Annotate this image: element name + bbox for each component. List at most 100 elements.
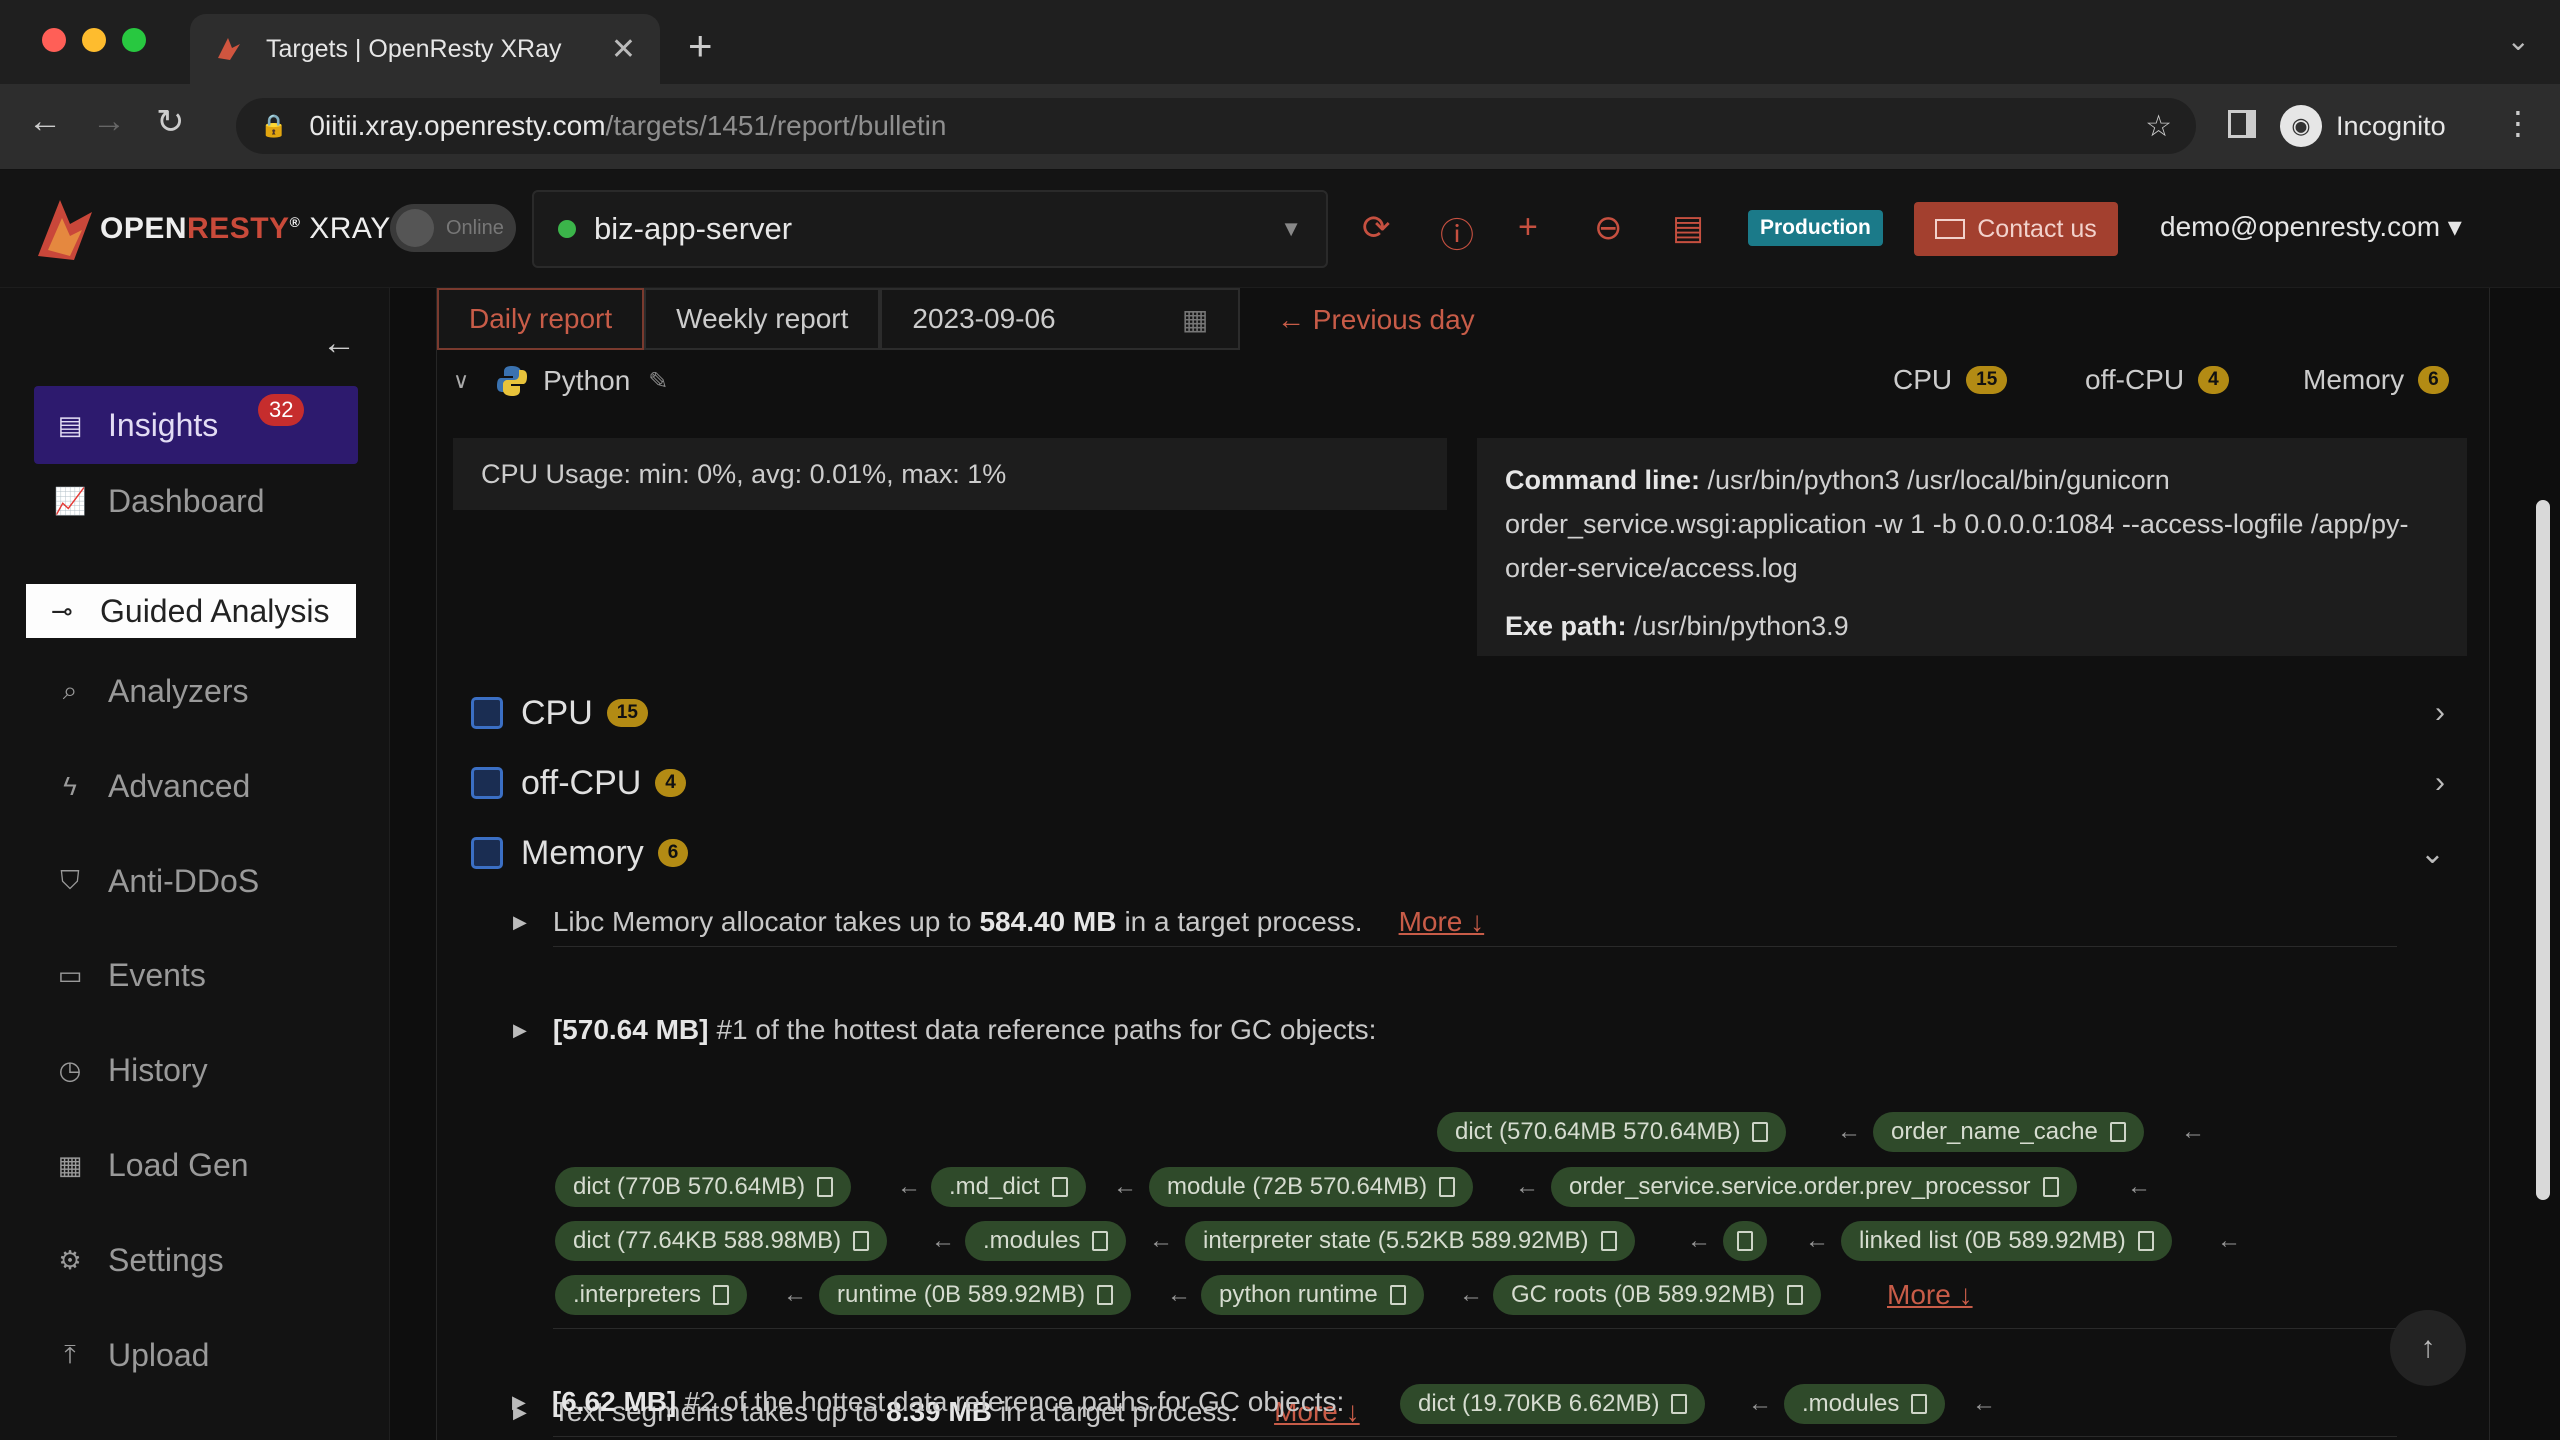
tab-daily-report[interactable]: Daily report xyxy=(437,288,645,350)
path-chip[interactable]: dict (77.64KB 588.98MB) xyxy=(555,1221,888,1261)
copy-icon[interactable] xyxy=(1439,1177,1456,1197)
edit-icon[interactable]: ✎ xyxy=(648,367,668,396)
refresh-icon[interactable]: ⟳ xyxy=(1362,208,1391,248)
arrow-left-icon: ← xyxy=(1113,1173,1137,1200)
target-selector[interactable]: biz-app-server ▼ xyxy=(532,190,1328,268)
previous-day-link[interactable]: ← Previous day xyxy=(1277,304,1475,336)
collapse-sidebar-icon[interactable]: ← xyxy=(322,324,356,363)
date-picker[interactable]: 2023-09-06 ▦ xyxy=(880,288,1241,350)
remove-icon[interactable]: ⊖ xyxy=(1594,208,1623,248)
sidebar-item-advanced[interactable]: ϟ Advanced xyxy=(34,747,358,825)
openresty-logo-icon xyxy=(38,200,92,260)
path-chip[interactable]: dict (570.64MB 570.64MB) xyxy=(1437,1112,1787,1152)
copy-icon[interactable] xyxy=(713,1285,730,1305)
info-icon[interactable]: ⓘ xyxy=(1440,208,1474,257)
expand-icon[interactable]: ▶ xyxy=(513,912,527,933)
insight-gc-path-1[interactable]: ▶ [570.64 MB] #1 of the hottest data refe… xyxy=(513,1014,1376,1046)
copy-icon[interactable] xyxy=(1671,1394,1688,1414)
path-chip[interactable]: order_service.service.order.prev_process… xyxy=(1551,1167,2077,1207)
path-chip[interactable]: .md_dict xyxy=(931,1167,1086,1207)
chevron-right-icon[interactable]: › xyxy=(2435,696,2445,730)
section-offcpu[interactable]: off-CPU 4 › xyxy=(471,758,2469,808)
minimize-window-button[interactable] xyxy=(82,28,106,52)
insight-gc-path-2[interactable]: ▶ [6.62 MB] #2 of the hottest data refere… xyxy=(512,1386,1344,1418)
forward-button[interactable]: → xyxy=(92,102,126,141)
contact-us-button[interactable]: Contact us xyxy=(1914,202,2118,256)
path-chip[interactable]: linked list (0B 589.92MB) xyxy=(1841,1221,2172,1261)
new-tab-button[interactable]: + xyxy=(688,22,713,70)
sidebar-item-dashboard[interactable]: 📈 Dashboard xyxy=(34,462,358,540)
copy-icon[interactable] xyxy=(1911,1394,1928,1414)
sidebar-item-insights[interactable]: ▤ Insights 32 xyxy=(34,386,358,464)
copy-icon[interactable] xyxy=(1752,1122,1769,1142)
back-button[interactable]: ← xyxy=(28,102,62,141)
browser-menu-icon[interactable]: ⋮ xyxy=(2502,104,2534,142)
copy-icon[interactable] xyxy=(1092,1231,1109,1251)
chevron-right-icon[interactable]: › xyxy=(2435,766,2445,800)
maximize-window-button[interactable] xyxy=(122,28,146,52)
path-chip[interactable]: dict (770B 570.64MB) xyxy=(555,1167,852,1207)
back-to-top-button[interactable]: ↑ xyxy=(2390,1310,2466,1386)
sidebar-item-settings[interactable]: ⚙ Settings xyxy=(34,1221,358,1299)
copy-icon[interactable] xyxy=(1389,1285,1406,1305)
report-main: Daily report Weekly report 2023-09-06 ▦ … xyxy=(436,288,2490,1440)
sidebar-item-upload[interactable]: ⤒ Upload xyxy=(34,1316,358,1394)
tab-search-icon[interactable]: ⌄ xyxy=(2507,24,2530,57)
sidebar-item-analyzers[interactable]: ⌕ Analyzers xyxy=(34,652,358,730)
section-memory[interactable]: Memory 6 ⌄ xyxy=(471,828,2469,878)
memory-icon xyxy=(471,837,503,869)
path-chip[interactable]: .interpreters xyxy=(555,1275,748,1315)
chevron-down-icon[interactable]: ∨ xyxy=(453,368,469,394)
copy-icon[interactable] xyxy=(2042,1177,2059,1197)
copy-icon[interactable] xyxy=(853,1231,870,1251)
side-panel-icon[interactable] xyxy=(2228,110,2256,138)
copy-icon[interactable] xyxy=(1787,1285,1804,1305)
sidebar-item-load-gen[interactable]: ▦ Load Gen xyxy=(34,1126,358,1204)
expand-icon[interactable]: ▶ xyxy=(512,1392,526,1413)
copy-icon[interactable] xyxy=(2137,1231,2154,1251)
incognito-profile[interactable]: ◉ Incognito xyxy=(2280,98,2446,154)
close-window-button[interactable] xyxy=(42,28,66,52)
tab-weekly-report[interactable]: Weekly report xyxy=(644,288,881,350)
expand-icon[interactable]: ▶ xyxy=(513,1020,527,1041)
bookmark-star-icon[interactable]: ☆ xyxy=(2145,109,2172,144)
insight-libc-allocator[interactable]: ▶ Libc Memory allocator takes up to 584.4… xyxy=(513,906,1484,938)
copy-icon[interactable] xyxy=(2109,1122,2126,1142)
target-settings-icon[interactable]: ▤ xyxy=(1672,208,1704,248)
online-toggle[interactable]: Online xyxy=(390,204,516,252)
sidebar-item-events[interactable]: ▭ Events xyxy=(34,936,358,1014)
chevron-down-icon[interactable]: ⌄ xyxy=(2420,836,2445,871)
section-cpu[interactable]: CPU 15 › xyxy=(471,688,2469,738)
add-icon[interactable]: + xyxy=(1518,208,1538,247)
path-chip[interactable] xyxy=(1723,1221,1767,1261)
openresty-xray-logo[interactable]: OPENRESTY® XRAY xyxy=(30,190,391,268)
path-chip[interactable]: python runtime xyxy=(1201,1275,1424,1315)
copy-icon[interactable] xyxy=(817,1177,834,1197)
path-chip[interactable]: dict (19.70KB 6.62MB) xyxy=(1400,1384,1706,1424)
address-bar[interactable]: 🔒 0iitii.xray.openresty.com/targets/1451… xyxy=(236,98,2196,154)
cpu-chip-icon xyxy=(471,697,503,729)
more-link[interactable]: More ↓ xyxy=(1887,1279,1973,1311)
path-chip[interactable]: .modules xyxy=(965,1221,1127,1261)
arrow-left-icon: ← xyxy=(1149,1227,1173,1254)
copy-icon[interactable] xyxy=(1737,1231,1753,1251)
reload-button[interactable]: ↻ xyxy=(156,102,185,142)
sidebar-item-guided-analysis[interactable]: ⊸ Guided Analysis xyxy=(26,584,356,638)
process-header[interactable]: ∨ Python ✎ CPU 15 off-CPU 4 Memory 6 xyxy=(453,356,2473,406)
copy-icon[interactable] xyxy=(1051,1177,1068,1197)
path-chip[interactable]: runtime (0B 589.92MB) xyxy=(819,1275,1132,1315)
path-chip[interactable]: GC roots (0B 589.92MB) xyxy=(1493,1275,1822,1315)
path-chip[interactable]: order_name_cache xyxy=(1873,1112,2144,1152)
path-chip[interactable]: .modules xyxy=(1784,1384,1946,1424)
copy-icon[interactable] xyxy=(1600,1231,1617,1251)
page-scrollbar[interactable] xyxy=(2536,500,2550,1200)
browser-tab[interactable]: Targets | OpenResty XRay ✕ xyxy=(190,14,660,84)
close-tab-icon[interactable]: ✕ xyxy=(611,32,636,67)
more-link[interactable]: More ↓ xyxy=(1399,906,1485,938)
sidebar-item-anti-ddos[interactable]: ⛉ Anti-DDoS xyxy=(34,842,358,920)
user-menu[interactable]: demo@openresty.com ▾ xyxy=(2160,210,2462,243)
path-chip[interactable]: module (72B 570.64MB) xyxy=(1149,1167,1474,1207)
path-chip[interactable]: interpreter state (5.52KB 589.92MB) xyxy=(1185,1221,1635,1261)
copy-icon[interactable] xyxy=(1097,1285,1114,1305)
sidebar-item-history[interactable]: ◷ History xyxy=(34,1031,358,1109)
